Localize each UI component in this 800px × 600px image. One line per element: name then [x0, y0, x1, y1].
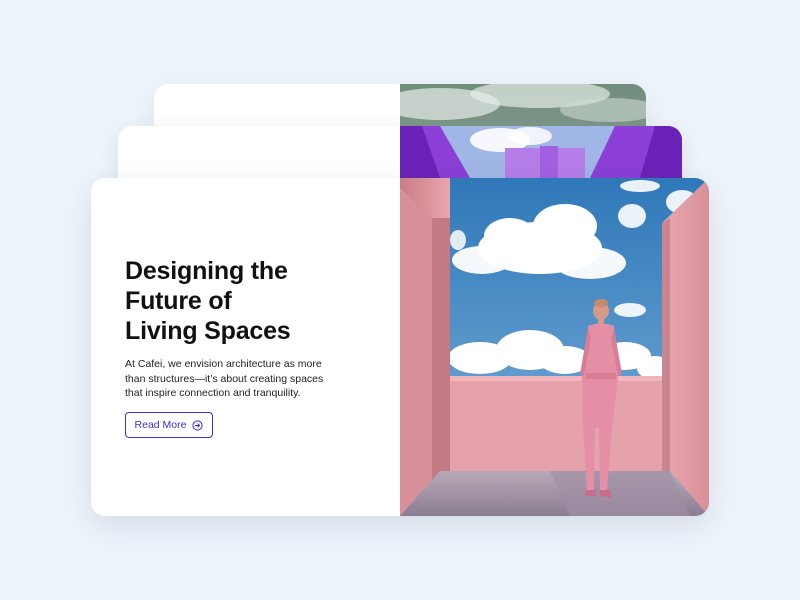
hero-title-line: Living Spaces [125, 317, 291, 345]
read-more-label: Read More [134, 419, 187, 431]
hero-title-line: Designing the [125, 257, 288, 285]
pink-architecture-woman-photo [400, 178, 709, 516]
hero-card: Designing the Future of Living Spaces At… [91, 178, 709, 516]
hero-description-line: At Cafei, we envision architecture as mo… [125, 358, 322, 370]
hero-title-line: Future of [125, 287, 232, 315]
hero-description: At Cafei, we envision architecture as mo… [125, 357, 335, 401]
arrow-right-circle-icon [192, 419, 204, 431]
read-more-button[interactable]: Read More [125, 412, 213, 438]
hero-text-panel: Designing the Future of Living Spaces At… [91, 178, 400, 516]
hero-description-line: that inspire connection and tranquility. [125, 387, 301, 399]
hero-title: Designing the Future of Living Spaces [125, 256, 291, 346]
hero-description-line: than structures—it’s about creating spac… [125, 372, 324, 385]
